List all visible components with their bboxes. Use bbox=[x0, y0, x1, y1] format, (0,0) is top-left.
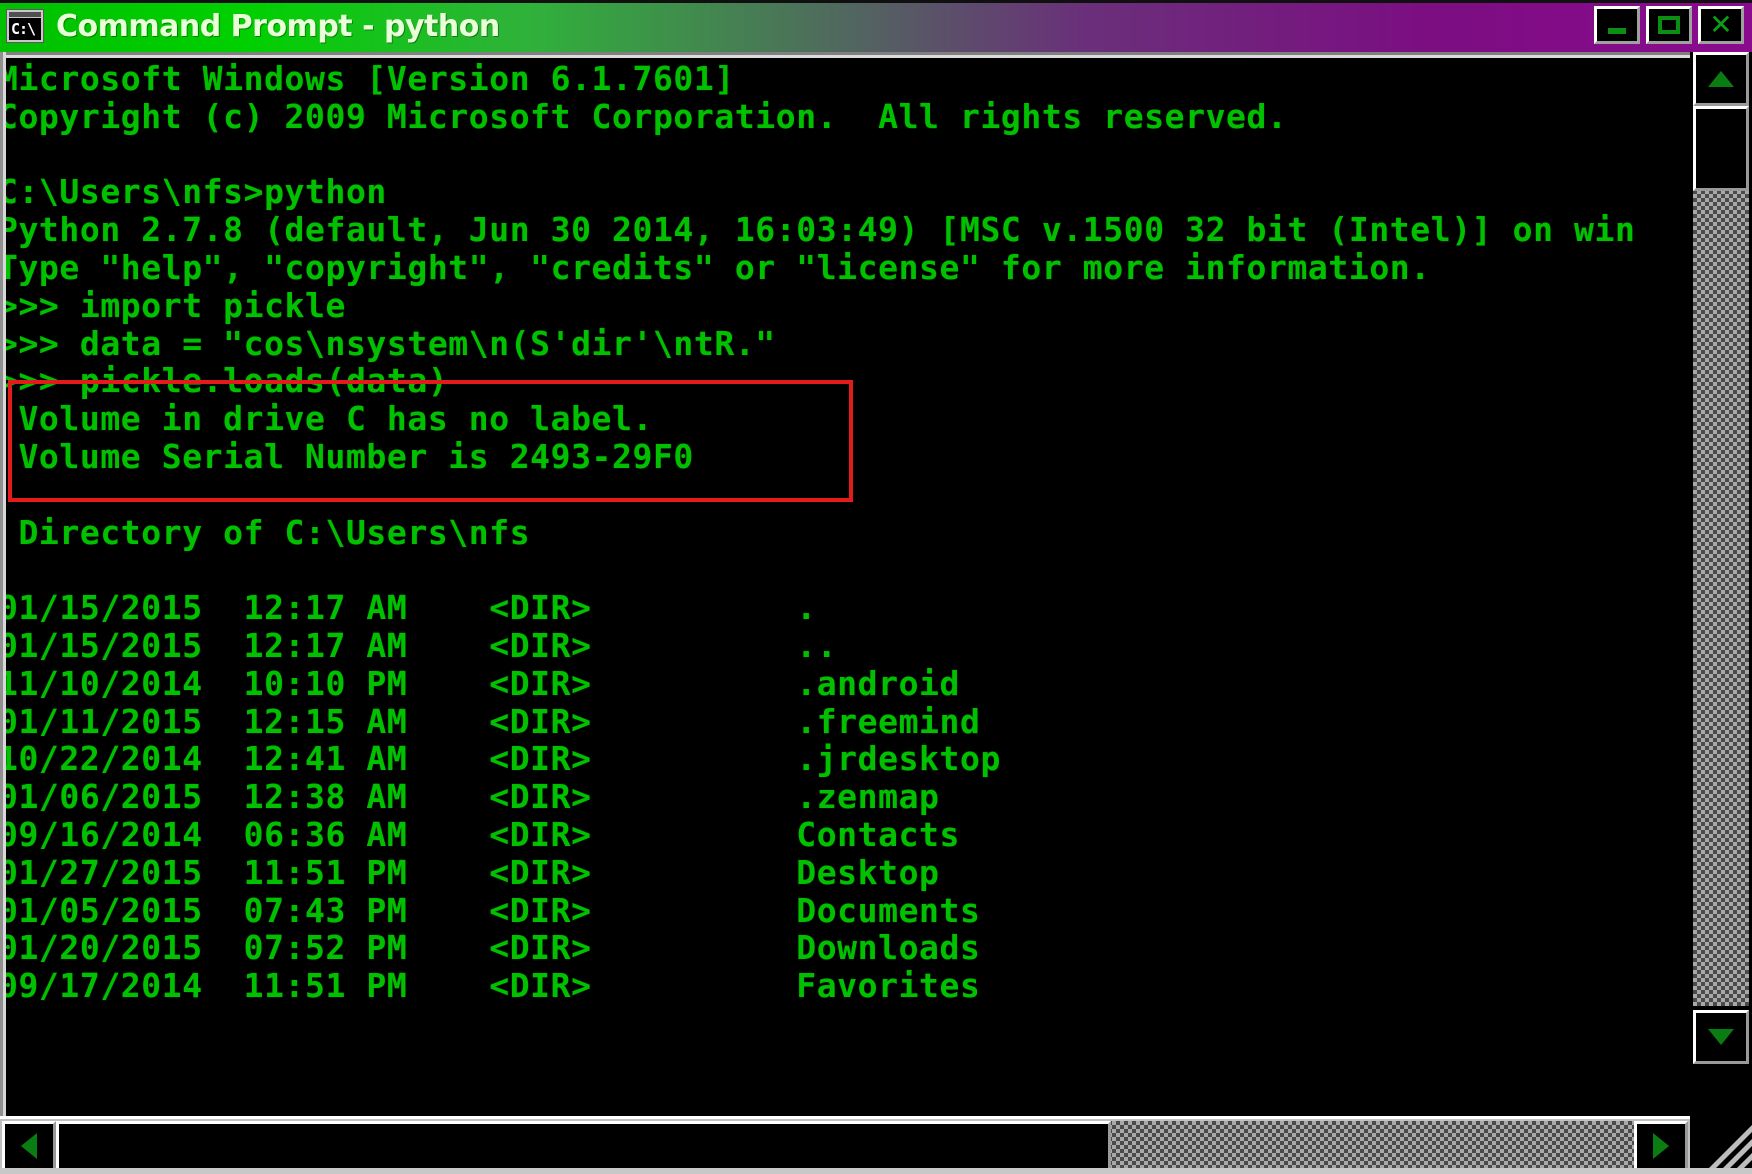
terminal-output[interactable]: Microsoft Windows [Version 6.1.7601] Cop… bbox=[6, 58, 1690, 1116]
window-controls: ✕ bbox=[1594, 6, 1744, 44]
terminal-line: Microsoft Windows [Version 6.1.7601] bbox=[6, 59, 735, 98]
terminal-line: Python 2.7.8 (default, Jun 30 2014, 16:0… bbox=[6, 210, 1636, 250]
vertical-scroll-thumb[interactable] bbox=[1693, 106, 1749, 191]
minimize-icon bbox=[1608, 28, 1626, 34]
terminal-line: 01/27/2015 11:51 PM <DIR> Desktop bbox=[6, 852, 940, 892]
terminal-line: 11/10/2014 10:10 PM <DIR> .android bbox=[6, 663, 960, 703]
chevron-right-icon bbox=[1653, 1133, 1669, 1159]
terminal-lines: Microsoft Windows [Version 6.1.7601] Cop… bbox=[6, 60, 1690, 1005]
terminal-line: 09/17/2014 11:51 PM <DIR> Favorites bbox=[6, 966, 981, 1006]
horizontal-scroll-thumb[interactable] bbox=[56, 1121, 1111, 1171]
scroll-left-button[interactable] bbox=[2, 1121, 56, 1171]
chevron-up-icon bbox=[1708, 71, 1734, 87]
terminal-line: 01/20/2015 07:52 PM <DIR> Downloads bbox=[6, 928, 981, 968]
terminal-line: 01/05/2015 07:43 PM <DIR> Documents bbox=[6, 890, 981, 930]
title-bar-top-edge bbox=[0, 0, 1752, 3]
horizontal-scrollbar[interactable] bbox=[0, 1116, 1690, 1174]
console-icon-titlestrip bbox=[9, 12, 41, 17]
console-icon[interactable]: C:\ bbox=[6, 9, 44, 43]
terminal-line: C:\Users\nfs>python bbox=[6, 172, 387, 212]
terminal-line: 01/06/2015 12:38 AM <DIR> .zenmap bbox=[6, 777, 940, 817]
terminal-line: Type "help", "copyright", "credits" or "… bbox=[6, 247, 1431, 287]
vertical-scroll-track[interactable] bbox=[1693, 106, 1749, 1006]
minimize-button[interactable] bbox=[1594, 6, 1640, 44]
scroll-right-button[interactable] bbox=[1634, 1121, 1688, 1171]
window-title: Command Prompt - python bbox=[56, 8, 500, 44]
maximize-button[interactable] bbox=[1646, 6, 1692, 44]
horizontal-scroll-track[interactable] bbox=[56, 1121, 1634, 1171]
resize-grip[interactable] bbox=[1690, 1116, 1752, 1174]
window-bottom-bevel bbox=[0, 1168, 1752, 1174]
terminal-line: 10/22/2014 12:41 AM <DIR> .jrdesktop bbox=[6, 739, 1001, 779]
terminal-line: Directory of C:\Users\nfs bbox=[6, 512, 531, 552]
close-button[interactable]: ✕ bbox=[1698, 6, 1744, 44]
terminal-line: 09/16/2014 06:36 AM <DIR> Contacts bbox=[6, 814, 960, 854]
scroll-down-button[interactable] bbox=[1693, 1010, 1749, 1064]
console-icon-text: C:\ bbox=[9, 18, 41, 40]
vertical-scrollbar[interactable] bbox=[1690, 52, 1752, 1116]
terminal-line: Volume in drive C has no label. bbox=[6, 399, 653, 439]
title-bar[interactable]: C:\ Command Prompt - python ✕ bbox=[0, 0, 1752, 52]
terminal-line-prompt: >>> data = "cos\nsystem\n(S'dir'\ntR." bbox=[6, 323, 776, 363]
maximize-icon bbox=[1658, 16, 1680, 34]
terminal-line-prompt: >>> pickle.loads(data) bbox=[6, 361, 449, 401]
terminal-line: 01/15/2015 12:17 AM <DIR> . bbox=[6, 588, 817, 628]
command-prompt-window: C:\ Command Prompt - python ✕ Microsoft … bbox=[0, 0, 1752, 1174]
chevron-left-icon bbox=[21, 1133, 37, 1159]
terminal-line: Copyright (c) 2009 Microsoft Corporation… bbox=[6, 96, 1288, 136]
terminal-line: Volume Serial Number is 2493-29F0 bbox=[6, 436, 694, 476]
terminal-line-prompt: >>> import pickle bbox=[6, 285, 346, 325]
close-icon: ✕ bbox=[1709, 8, 1733, 41]
terminal-line: 01/15/2015 12:17 AM <DIR> .. bbox=[6, 625, 838, 665]
chevron-down-icon bbox=[1708, 1029, 1734, 1045]
client-area: Microsoft Windows [Version 6.1.7601] Cop… bbox=[0, 52, 1752, 1116]
scroll-up-button[interactable] bbox=[1693, 52, 1749, 106]
terminal-line: 01/11/2015 12:15 AM <DIR> .freemind bbox=[6, 701, 981, 741]
